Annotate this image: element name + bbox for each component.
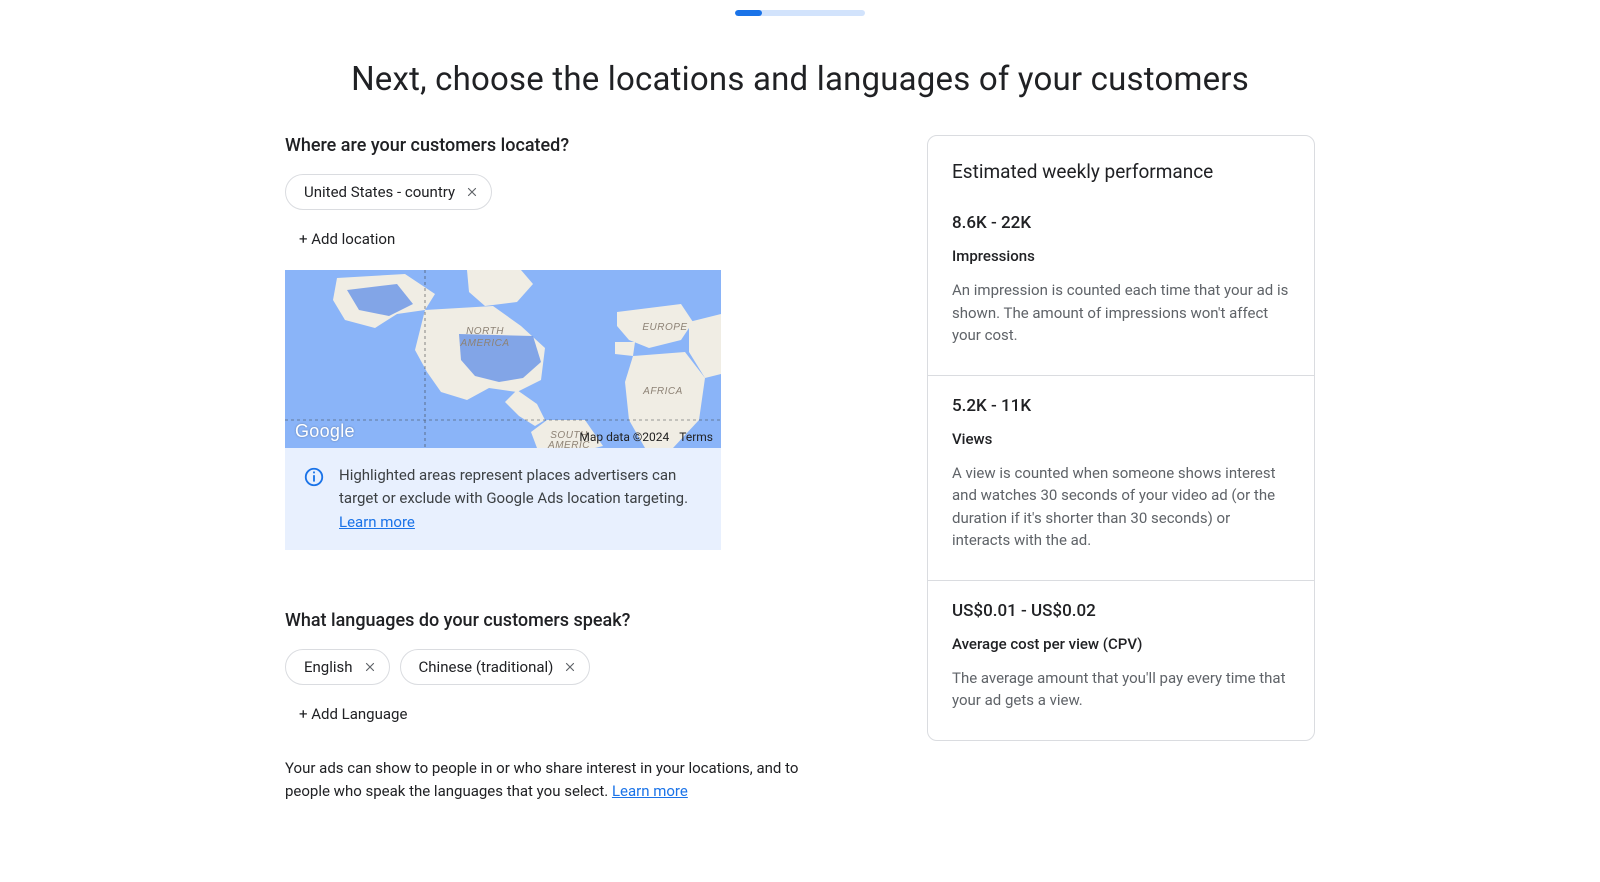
close-icon[interactable] bbox=[463, 183, 481, 201]
progress-bar-container bbox=[32, 0, 1568, 16]
close-icon[interactable] bbox=[561, 658, 579, 676]
location-chip[interactable]: United States - country bbox=[285, 174, 492, 210]
languages-helper-text: Your ads can show to people in or who sh… bbox=[285, 759, 798, 800]
metric-block: 8.6K - 22K Impressions An impression is co… bbox=[928, 195, 1314, 375]
metric-label: Impressions bbox=[952, 247, 1290, 265]
location-chip-label: United States - country bbox=[304, 183, 455, 201]
language-chip[interactable]: Chinese (traditional) bbox=[400, 649, 591, 685]
language-chip[interactable]: English bbox=[285, 649, 390, 685]
estimates-card: Estimated weekly performance 8.6K - 22K I… bbox=[927, 135, 1315, 741]
map-terms-link[interactable]: Terms bbox=[679, 430, 713, 444]
metric-label: Views bbox=[952, 430, 1290, 448]
language-chip-label: Chinese (traditional) bbox=[419, 658, 554, 676]
metric-value: 8.6K - 22K bbox=[952, 213, 1290, 233]
metric-value: 5.2K - 11K bbox=[952, 396, 1290, 416]
map-info-banner: Highlighted areas represent places adver… bbox=[285, 448, 721, 550]
estimates-heading: Estimated weekly performance bbox=[928, 136, 1314, 195]
languages-question: What languages do your customers speak? bbox=[285, 610, 821, 631]
progress-track bbox=[735, 10, 865, 16]
language-chip-label: English bbox=[304, 658, 353, 676]
info-learn-more-link[interactable]: Learn more bbox=[339, 513, 415, 531]
progress-fill bbox=[735, 10, 762, 16]
label-north-america: NORTH bbox=[466, 326, 504, 337]
language-chips: English Chinese (traditional) bbox=[285, 649, 821, 685]
label-europe: EUROPE bbox=[642, 322, 687, 333]
metric-desc: An impression is counted each time that … bbox=[952, 279, 1290, 347]
map-data-text: Map data ©2024 bbox=[579, 430, 669, 444]
metric-desc: A view is counted when someone shows int… bbox=[952, 462, 1290, 552]
locations-question: Where are your customers located? bbox=[285, 135, 821, 156]
metric-block: US$0.01 - US$0.02 Average cost per view (… bbox=[928, 580, 1314, 740]
google-logo-text: Google bbox=[295, 421, 355, 442]
metric-desc: The average amount that you'll pay every… bbox=[952, 667, 1290, 712]
map-attribution: Google bbox=[295, 421, 355, 442]
label-africa: AFRICA bbox=[642, 386, 683, 397]
close-icon[interactable] bbox=[361, 658, 379, 676]
add-language-button[interactable]: + Add Language bbox=[285, 695, 417, 733]
page-title: Next, choose the locations and languages… bbox=[32, 60, 1568, 99]
location-map[interactable]: NORTH AMERICA SOUTH AMERIC EUROPE AFRICA… bbox=[285, 270, 721, 448]
info-text: Highlighted areas represent places adver… bbox=[339, 466, 688, 507]
languages-learn-more-link[interactable]: Learn more bbox=[612, 782, 688, 800]
location-chips: United States - country bbox=[285, 174, 821, 210]
metric-label: Average cost per view (CPV) bbox=[952, 635, 1290, 653]
svg-text:AMERICA: AMERICA bbox=[459, 338, 509, 349]
add-location-button[interactable]: + Add location bbox=[285, 220, 405, 258]
info-icon bbox=[303, 466, 325, 488]
metric-block: 5.2K - 11K Views A view is counted when so… bbox=[928, 375, 1314, 580]
metric-value: US$0.01 - US$0.02 bbox=[952, 601, 1290, 621]
